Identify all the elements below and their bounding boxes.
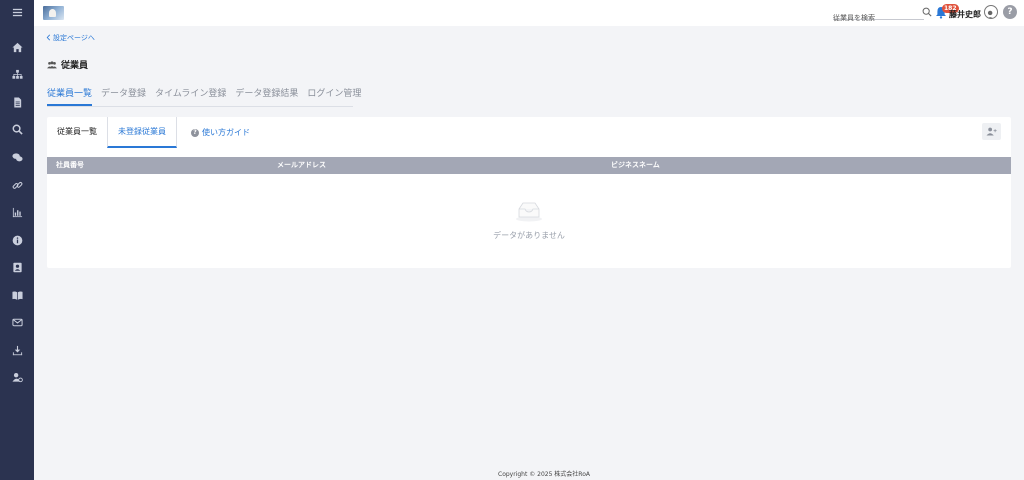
tab-timeline-registration[interactable]: タイムライン登録	[155, 86, 226, 106]
page-title-text: 従業員	[61, 61, 89, 71]
usage-guide-link[interactable]: ? 使い方ガイド	[177, 117, 260, 148]
add-user-icon	[986, 127, 997, 136]
header: 182 藤井史郎 ?	[34, 0, 1024, 26]
column-header-employee-number[interactable]: 社員番号	[56, 157, 84, 174]
download-icon[interactable]	[0, 340, 34, 360]
main-tabs: 従業員一覧 データ登録 タイムライン登録 データ登録結果 ログイン管理	[47, 86, 361, 107]
subtab-unregistered-employees[interactable]: 未登録従業員	[107, 117, 177, 148]
sidebar	[0, 0, 34, 480]
chevron-left-icon	[46, 34, 51, 43]
back-to-settings-link[interactable]: 設定ページへ	[46, 33, 95, 43]
bar-chart-icon[interactable]	[0, 202, 34, 222]
subtab-employee-list[interactable]: 従業員一覧	[47, 117, 107, 148]
sub-tabs: 従業員一覧 未登録従業員 ? 使い方ガイド	[47, 117, 260, 148]
table-header: 社員番号 メールアドレス ビジネスネーム	[47, 157, 1011, 174]
column-header-email[interactable]: メールアドレス	[277, 157, 326, 174]
page-title: 従業員	[47, 58, 88, 71]
column-header-business-name[interactable]: ビジネスネーム	[611, 157, 660, 174]
employees-icon	[47, 60, 57, 68]
tab-login-management[interactable]: ログイン管理	[307, 86, 361, 106]
org-chart-icon[interactable]	[0, 64, 34, 84]
add-user-button[interactable]	[982, 123, 1001, 140]
link-icon[interactable]	[0, 175, 34, 195]
user-avatar-icon	[987, 10, 993, 18]
tab-registration-results[interactable]: データ登録結果	[235, 86, 298, 106]
empty-state-text: データがありません	[493, 231, 565, 240]
user-name[interactable]: 藤井史郎	[949, 9, 981, 20]
avatar[interactable]	[984, 5, 998, 19]
mail-icon[interactable]	[0, 312, 34, 332]
search-icon[interactable]	[0, 119, 34, 139]
employee-list-card: 従業員一覧 未登録従業員 ? 使い方ガイド 社員番号 メールアドレス ビジネスネ…	[47, 117, 1011, 268]
tab-employee-list[interactable]: 従業員一覧	[47, 86, 93, 106]
search-input[interactable]	[833, 11, 924, 25]
search-icon[interactable]	[922, 7, 932, 17]
menu-icon[interactable]	[0, 2, 34, 22]
question-icon: ?	[191, 128, 199, 137]
info-icon[interactable]	[0, 230, 34, 250]
footer-copyright: Copyright © 2025 株式会社RoA	[498, 471, 590, 478]
company-logo[interactable]	[43, 6, 64, 20]
tab-data-registration[interactable]: データ登録	[101, 86, 146, 106]
empty-inbox-icon	[516, 202, 542, 222]
user-settings-icon[interactable]	[0, 367, 34, 387]
book-icon[interactable]	[0, 285, 34, 305]
usage-guide-label: 使い方ガイド	[202, 127, 250, 137]
chat-icon[interactable]	[0, 147, 34, 167]
home-icon[interactable]	[0, 37, 34, 57]
contact-card-icon[interactable]	[0, 257, 34, 277]
employee-search	[833, 5, 924, 25]
document-icon[interactable]	[0, 92, 34, 112]
back-link-label: 設定ページへ	[53, 34, 95, 42]
help-icon[interactable]: ?	[1003, 5, 1017, 19]
